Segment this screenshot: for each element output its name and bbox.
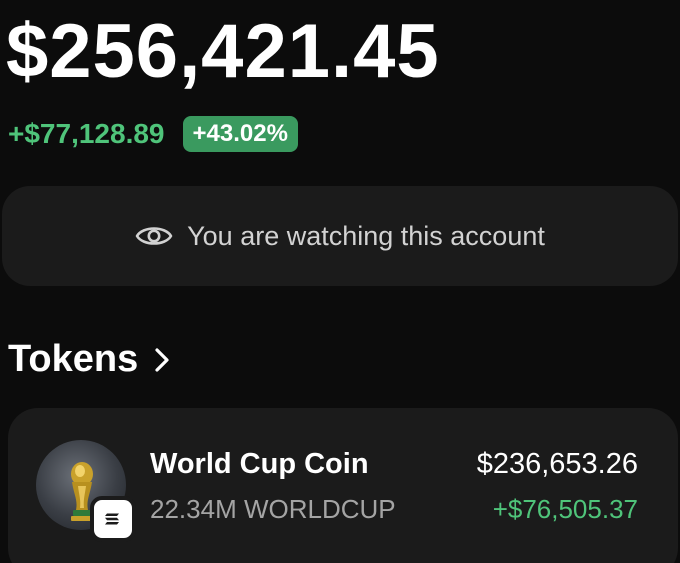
token-amount: 22.34M WORLDCUP (150, 494, 396, 524)
solana-icon (90, 496, 136, 542)
tokens-section-title: Tokens (8, 338, 139, 380)
token-row-world-cup-coin[interactable]: World Cup Coin 22.34M WORLDCUP $236,653.… (8, 408, 678, 563)
portfolio-balance: $256,421.45 (6, 9, 440, 94)
wallet-screen: $256,421.45 +$77,128.89 +43.02% You are … (0, 0, 680, 563)
chevron-right-icon (154, 347, 170, 373)
eye-icon (135, 224, 173, 248)
portfolio-change-amount: +$77,128.89 (8, 118, 165, 149)
portfolio-change-row: +$77,128.89 +43.02% (8, 116, 298, 152)
token-name: World Cup Coin (150, 448, 369, 480)
tokens-section-header[interactable]: Tokens (8, 338, 170, 381)
token-change: +$76,505.37 (492, 494, 638, 524)
watching-account-text: You are watching this account (187, 220, 545, 251)
portfolio-change-percent-badge: +43.02% (182, 116, 298, 152)
trophy-icon (36, 440, 136, 542)
token-value: $236,653.26 (476, 448, 638, 480)
watching-account-banner: You are watching this account (2, 186, 678, 286)
